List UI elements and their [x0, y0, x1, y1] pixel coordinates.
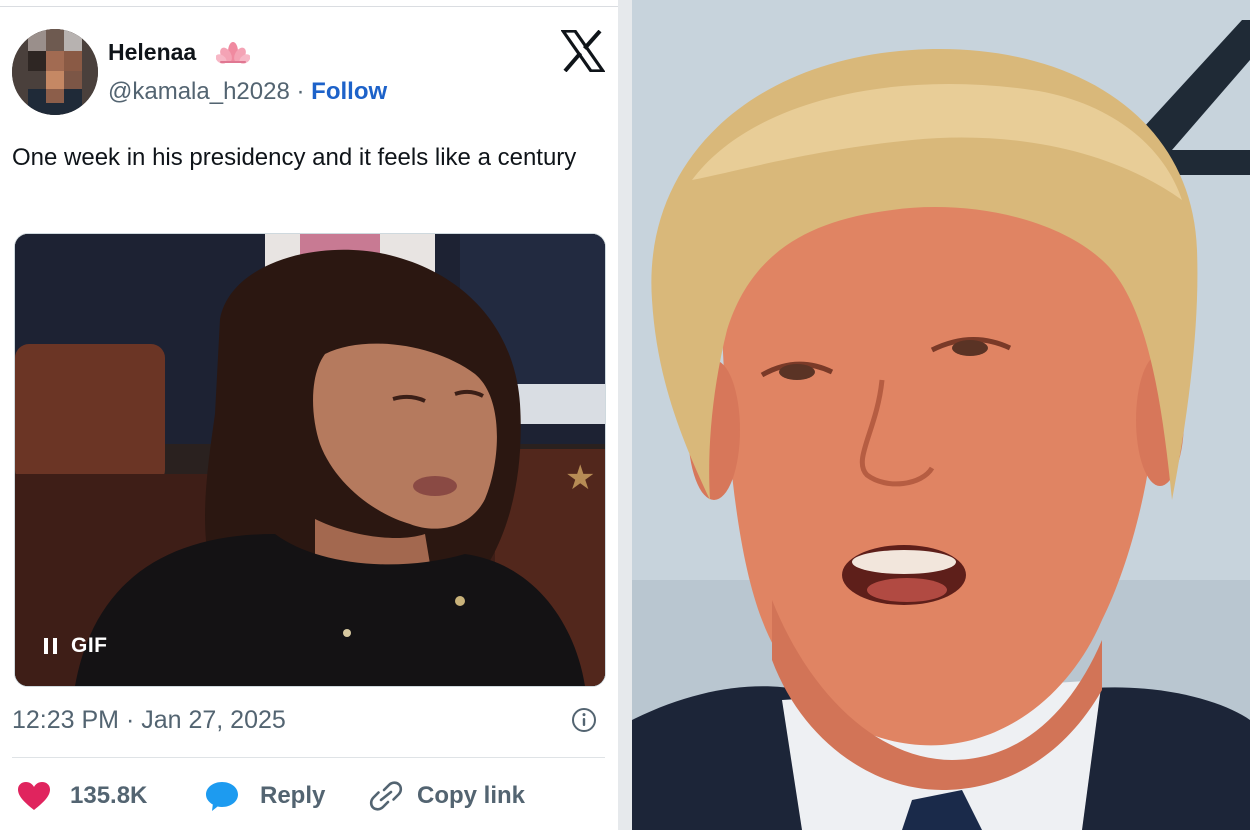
like-count: 135.8K: [70, 782, 148, 809]
reaction-photo: [632, 0, 1250, 830]
svg-text:★: ★: [565, 458, 595, 498]
separator: ·: [296, 78, 305, 105]
gif-badge[interactable]: GIF: [44, 634, 108, 658]
copy-link-button[interactable]: Copy link: [369, 780, 525, 812]
gif-label: GIF: [71, 634, 108, 657]
handle-row: @kamala_h2028 · Follow: [108, 78, 387, 106]
copy-link-label: Copy link: [417, 782, 526, 809]
top-divider: [0, 6, 618, 7]
link-icon: [369, 781, 403, 811]
actions-divider: [12, 757, 605, 758]
follow-button[interactable]: Follow: [311, 78, 387, 105]
display-name[interactable]: Helenaa: [108, 39, 196, 66]
reaction-photo-image: [632, 0, 1250, 830]
pause-icon[interactable]: [44, 638, 57, 654]
reply-label: Reply: [260, 782, 326, 809]
tweet-card: Helenaa @kamala_h2028 · Follow One week …: [0, 0, 622, 830]
avatar[interactable]: [12, 29, 98, 115]
info-icon[interactable]: [571, 707, 597, 733]
tweet-text: One week in his presidency and it feels …: [12, 144, 577, 171]
x-logo-icon[interactable]: [561, 30, 605, 72]
handle[interactable]: @kamala_h2028: [108, 78, 290, 105]
heart-icon: [18, 782, 50, 810]
reply-button[interactable]: Reply: [204, 780, 325, 812]
gif-frame-image: ★: [15, 234, 605, 686]
timestamp[interactable]: 12:23 PM · Jan 27, 2025: [12, 706, 286, 735]
lotus-icon: [216, 42, 250, 64]
panel-divider: [618, 0, 632, 830]
like-button[interactable]: 135.8K: [16, 780, 147, 812]
reply-bubble-icon: [206, 782, 238, 811]
tweet-media-gif[interactable]: ★: [14, 233, 606, 687]
